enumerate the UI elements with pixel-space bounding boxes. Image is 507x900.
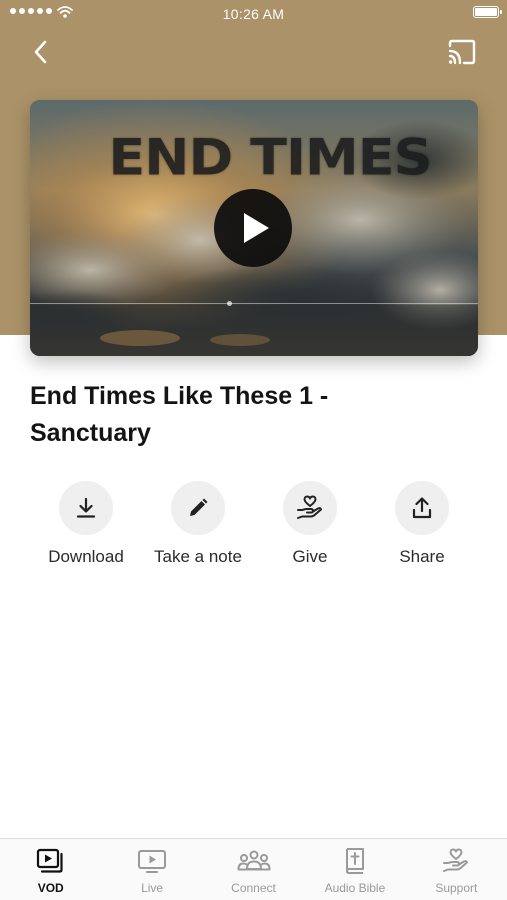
pencil-icon [190,498,208,516]
cast-icon [448,39,476,65]
give-label: Give [292,547,328,566]
give-circle[interactable] [283,481,337,535]
tab-vod-label: VOD [37,881,64,895]
tv-play-icon [138,850,167,873]
share-label: Share [399,547,445,566]
share-icon [412,497,432,519]
hand-heart-icon [443,848,469,872]
video-artwork-title: END TIMES [108,128,432,187]
take-note-circle[interactable] [171,481,225,535]
tab-audio-bible-label: Audio Bible [324,881,386,895]
chevron-left-icon [34,40,47,64]
video-progress-bar[interactable] [30,301,478,306]
share-button[interactable]: Share [366,481,478,567]
cast-button[interactable] [447,39,477,65]
bottom-tab-bar: VOD Live Connect Audio Bible Support [0,838,507,900]
download-icon [76,497,96,518]
take-note-label: Take a note [154,547,242,566]
status-bar: 10:26 AM [0,0,507,28]
download-label: Download [48,547,124,566]
hand-heart-icon [297,495,322,519]
video-library-icon [36,848,63,873]
people-icon [237,850,271,871]
play-button[interactable] [214,189,292,267]
give-button[interactable]: Give [254,481,366,567]
status-time: 10:26 AM [222,6,285,22]
tab-support[interactable]: Support [406,839,507,900]
take-note-button[interactable]: Take a note [142,481,254,567]
back-button[interactable] [28,38,54,66]
tab-live-label: Live [141,881,164,895]
tab-vod[interactable]: VOD [0,839,101,900]
sermon-title: End Times Like These 1 - Sanctuary [30,382,329,447]
tab-connect-label: Connect [231,881,276,895]
progress-knob[interactable] [227,301,232,306]
download-circle[interactable] [59,481,113,535]
tab-live[interactable]: Live [101,839,202,900]
tab-connect[interactable]: Connect [203,839,304,900]
download-button[interactable]: Download [30,481,142,567]
tab-audio-bible[interactable]: Audio Bible [304,839,405,900]
action-row: Download Take a note Give Share [30,481,478,581]
tab-support-label: Support [435,881,478,895]
battery-icon [473,6,502,18]
share-circle[interactable] [395,481,449,535]
bible-icon [345,848,364,874]
video-player[interactable]: END TIMES [30,100,478,356]
